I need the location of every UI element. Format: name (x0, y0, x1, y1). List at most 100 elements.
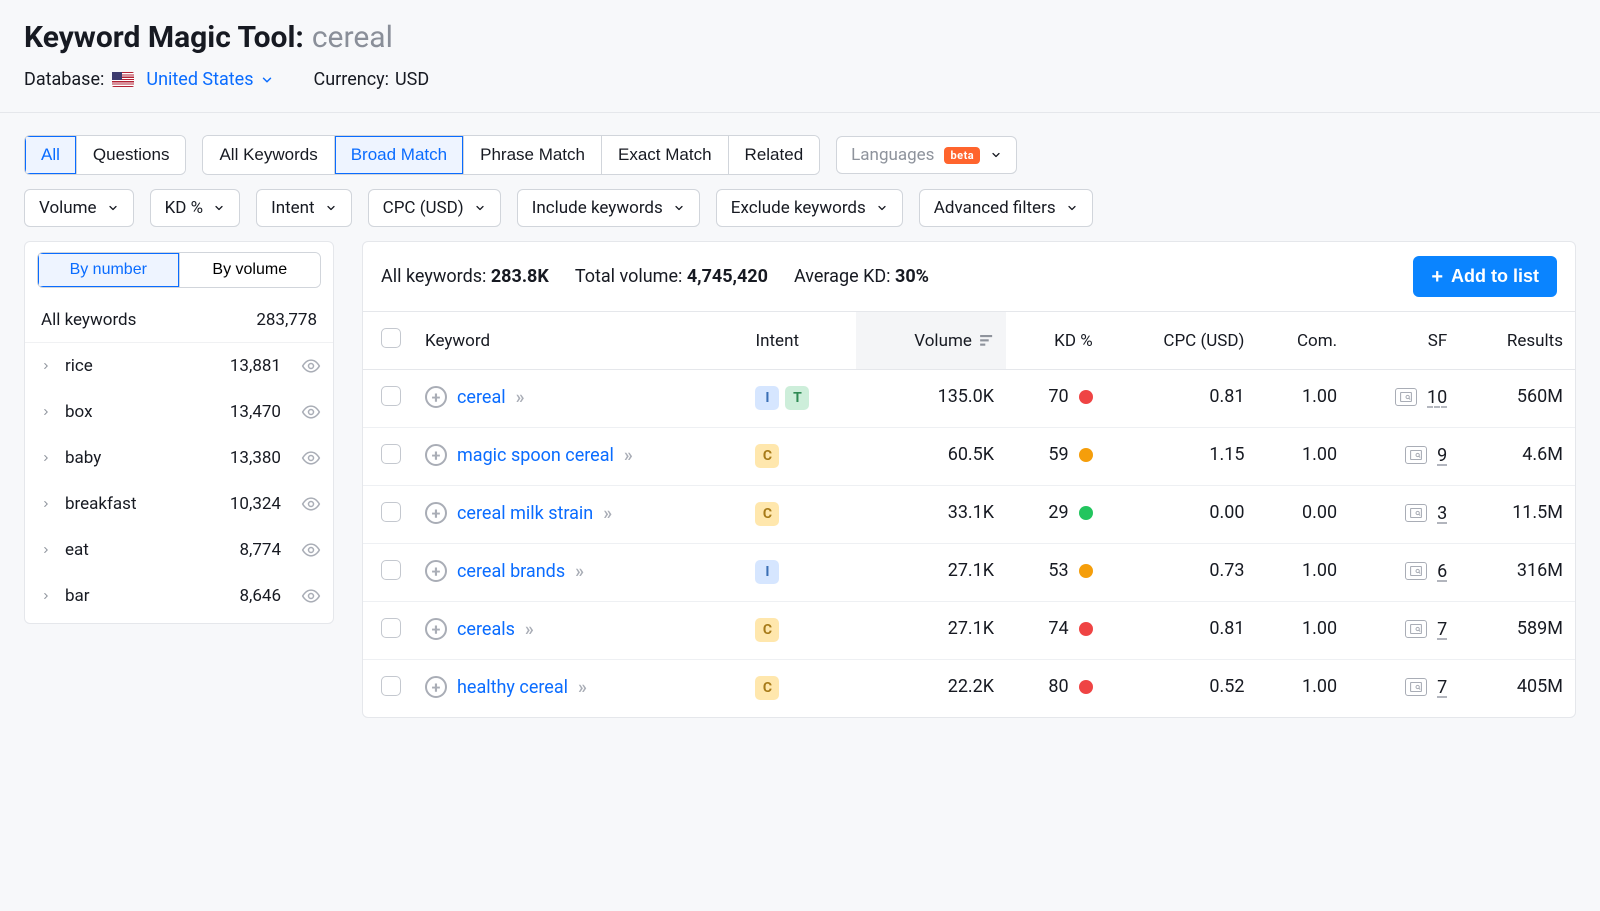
serp-preview-icon[interactable] (1405, 504, 1427, 522)
chevron-right-icon (41, 494, 53, 514)
cell-sf[interactable]: 7 (1437, 677, 1447, 698)
filter-exclude-keywords[interactable]: Exclude keywords (716, 189, 903, 227)
filter-include-keywords[interactable]: Include keywords (517, 189, 700, 227)
keyword-link[interactable]: cereal (457, 387, 506, 408)
keyword-link[interactable]: magic spoon cereal (457, 445, 614, 466)
sidebar-group-item[interactable]: bar8,646 (25, 573, 333, 619)
cell-results: 560M (1459, 370, 1575, 428)
row-checkbox[interactable] (381, 618, 401, 638)
tab-questions[interactable]: Questions (77, 136, 186, 174)
chevron-right-icon (41, 448, 53, 468)
cell-sf[interactable]: 7 (1437, 619, 1447, 640)
sidebar-group-item[interactable]: baby13,380 (25, 435, 333, 481)
chevron-right-icon (41, 356, 53, 376)
add-keyword-icon[interactable]: + (425, 444, 447, 466)
languages-dropdown[interactable]: Languages beta (836, 136, 1017, 174)
add-keyword-icon[interactable]: + (425, 502, 447, 524)
col-intent[interactable]: Intent (743, 312, 856, 370)
tab-phrase-match[interactable]: Phrase Match (464, 136, 602, 174)
tab-related[interactable]: Related (729, 136, 820, 174)
keyword-link[interactable]: cereal brands (457, 561, 565, 582)
cell-kd: 59 (1048, 444, 1092, 465)
sidebar-tab-by-number[interactable]: By number (38, 253, 180, 287)
eye-icon[interactable] (301, 586, 321, 606)
serp-preview-icon[interactable] (1405, 446, 1427, 464)
cell-com: 1.00 (1256, 428, 1349, 486)
col-keyword[interactable]: Keyword (413, 312, 743, 370)
chevron-right-icon (41, 402, 53, 422)
page-title-keyword: cereal (312, 20, 393, 55)
filter-cpc[interactable]: CPC (USD) (368, 189, 501, 227)
cell-sf[interactable]: 10 (1427, 387, 1447, 408)
filter-advanced[interactable]: Advanced filters (919, 189, 1093, 227)
tab-exact-match[interactable]: Exact Match (602, 136, 729, 174)
serp-preview-icon[interactable] (1405, 678, 1427, 696)
cell-results: 316M (1459, 544, 1575, 602)
intent-badge-i: I (755, 560, 779, 584)
row-checkbox[interactable] (381, 386, 401, 406)
cell-com: 1.00 (1256, 602, 1349, 660)
eye-icon[interactable] (301, 356, 321, 376)
sidebar-group-item[interactable]: breakfast10,324 (25, 481, 333, 527)
col-cpc[interactable]: CPC (USD) (1105, 312, 1257, 370)
serp-preview-icon[interactable] (1405, 620, 1427, 638)
add-keyword-icon[interactable]: + (425, 386, 447, 408)
database-selector[interactable]: Database: United States (24, 69, 274, 90)
col-results[interactable]: Results (1459, 312, 1575, 370)
cell-cpc: 0.52 (1105, 660, 1257, 718)
double-chevron-icon[interactable]: » (516, 387, 522, 408)
cell-sf[interactable]: 9 (1437, 445, 1447, 466)
cell-kd: 53 (1048, 560, 1092, 581)
row-checkbox[interactable] (381, 444, 401, 464)
sidebar-group-item[interactable]: eat8,774 (25, 527, 333, 573)
double-chevron-icon[interactable]: » (603, 503, 609, 524)
eye-icon[interactable] (301, 540, 321, 560)
filter-kd[interactable]: KD % (150, 189, 241, 227)
row-checkbox[interactable] (381, 676, 401, 696)
sidebar-group-item[interactable]: box13,470 (25, 389, 333, 435)
col-sf[interactable]: SF (1349, 312, 1459, 370)
double-chevron-icon[interactable]: » (578, 677, 584, 698)
select-all-checkbox[interactable] (381, 328, 401, 348)
intent-badge-c: C (755, 444, 779, 468)
serp-preview-icon[interactable] (1395, 388, 1417, 406)
eye-icon[interactable] (301, 402, 321, 422)
filter-intent[interactable]: Intent (256, 189, 352, 227)
table-row: +cereal brands»I27.1K530.731.006316M (363, 544, 1575, 602)
sidebar-tab-by-volume[interactable]: By volume (180, 253, 321, 287)
chevron-down-icon (260, 73, 274, 87)
double-chevron-icon[interactable]: » (575, 561, 581, 582)
row-checkbox[interactable] (381, 502, 401, 522)
sidebar-group-label: baby (65, 448, 218, 468)
chevron-down-icon (325, 202, 337, 214)
database-value: United States (146, 69, 273, 90)
double-chevron-icon[interactable]: » (525, 619, 531, 640)
sidebar-group-item[interactable]: rice13,881 (25, 343, 333, 389)
keyword-link[interactable]: cereal milk strain (457, 503, 593, 524)
add-keyword-icon[interactable]: + (425, 618, 447, 640)
currency-value: USD (395, 69, 429, 90)
sidebar-all-keywords[interactable]: All keywords 283,778 (25, 300, 333, 343)
add-to-list-button[interactable]: + Add to list (1413, 256, 1557, 297)
add-keyword-icon[interactable]: + (425, 560, 447, 582)
tab-all[interactable]: All (25, 136, 77, 174)
filter-volume[interactable]: Volume (24, 189, 134, 227)
cell-sf[interactable]: 6 (1437, 561, 1447, 582)
tab-broad-match[interactable]: Broad Match (335, 136, 464, 174)
add-keyword-icon[interactable]: + (425, 676, 447, 698)
col-kd[interactable]: KD % (1006, 312, 1105, 370)
keyword-link[interactable]: healthy cereal (457, 677, 568, 698)
cell-results: 589M (1459, 602, 1575, 660)
kd-difficulty-dot (1079, 564, 1093, 578)
row-checkbox[interactable] (381, 560, 401, 580)
eye-icon[interactable] (301, 494, 321, 514)
cell-sf[interactable]: 3 (1437, 503, 1447, 524)
eye-icon[interactable] (301, 448, 321, 468)
col-volume[interactable]: Volume (856, 312, 1006, 370)
table-row: +magic spoon cereal»C60.5K591.151.0094.6… (363, 428, 1575, 486)
double-chevron-icon[interactable]: » (624, 445, 630, 466)
col-com[interactable]: Com. (1256, 312, 1349, 370)
tab-all-keywords[interactable]: All Keywords (203, 136, 334, 174)
keyword-link[interactable]: cereals (457, 619, 515, 640)
serp-preview-icon[interactable] (1405, 562, 1427, 580)
